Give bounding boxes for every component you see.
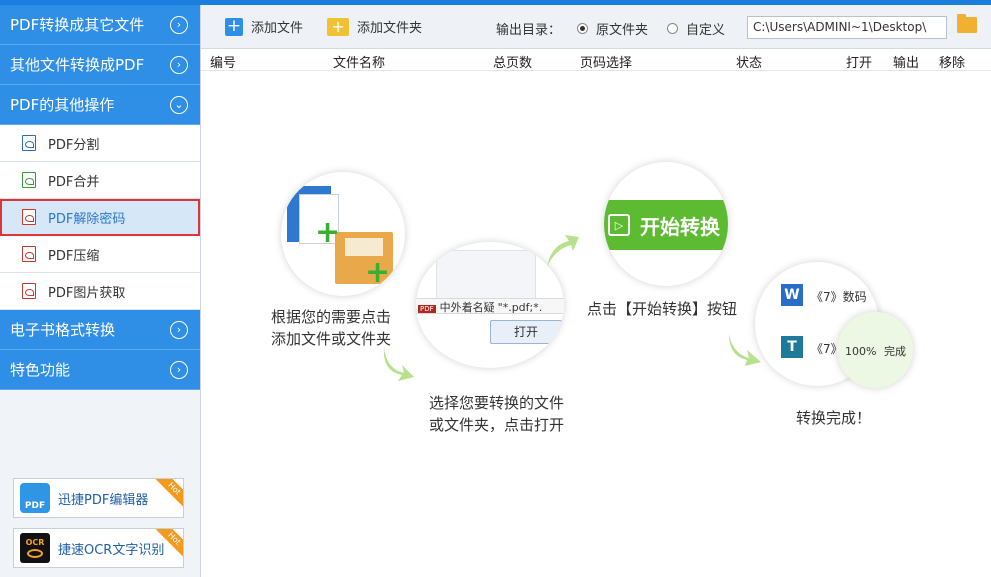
ocr-logo-icon: OCR [20, 533, 50, 563]
pdf-editor-logo-icon: PDF [20, 483, 50, 513]
play-icon: ▷ [608, 214, 630, 236]
sidebar-item-pdf-unlock[interactable]: PDF解除密码 [0, 199, 200, 236]
col-number: 编号 [210, 56, 237, 71]
radio-label: 原文件夹 [596, 23, 649, 38]
sidebar-item-pdf-compress[interactable]: PDF压缩 [0, 236, 200, 273]
category-label: 电子书格式转换 [10, 321, 116, 339]
toolbar: + 添加文件 + 添加文件夹 输出目录： 原文件夹 自定义 C:\Users\A… [201, 5, 991, 49]
category-label: PDF的其他操作 [10, 96, 115, 114]
plus-icon: + [315, 215, 341, 250]
pdf-converter-window: PDF转换成其它文件 › 其他文件转换成PDF › PDF的其他操作 ⌄ PDF… [0, 0, 991, 577]
category-other-to-pdf[interactable]: 其他文件转换成PDF › [0, 45, 200, 85]
radio-custom[interactable]: 自定义 [667, 19, 725, 38]
step2-line2: 或文件夹，点击打开 [429, 416, 565, 434]
category-pdf-other-ops[interactable]: PDF的其他操作 ⌄ [0, 85, 200, 125]
col-output: 输出 [893, 56, 920, 71]
promo-ocr[interactable]: OCR 捷速OCR文字识别 Hot [13, 528, 184, 568]
radio-original-folder[interactable]: 原文件夹 [577, 19, 648, 38]
category-ebook-convert[interactable]: 电子书格式转换 › [0, 310, 200, 350]
sidebar-item-label: PDF解除密码 [48, 211, 126, 227]
pdf-file-icon [22, 135, 36, 151]
col-open: 打开 [846, 56, 873, 71]
add-file-label: 添加文件 [251, 21, 304, 36]
col-status: 状态 [736, 56, 763, 71]
chevron-right-icon: › [170, 360, 188, 379]
radio-dot [577, 23, 588, 34]
file-name-row: PDF 中外着名疑 "*.pdf;*. [416, 298, 564, 314]
arrow-down-right-icon [383, 347, 414, 381]
pdf-file-icon [22, 283, 36, 299]
arrow-up-right-icon [547, 235, 579, 267]
text-file-icon: T [781, 336, 803, 358]
step4-caption: 转换完成！ [796, 409, 872, 427]
dialog-open-button: 打开 [490, 320, 562, 344]
chevron-down-icon: ⌄ [170, 95, 188, 114]
step2-line1: 选择您要转换的文件 [429, 394, 565, 412]
category-label: PDF转换成其它文件 [10, 16, 145, 34]
step1-caption: 根据您的需要点击 添加文件或文件夹 [271, 306, 391, 350]
pdf-file-icon [22, 246, 36, 262]
step1-line1: 根据您的需要点击 [271, 308, 392, 326]
eye-icon [27, 549, 43, 558]
word-icon: W [781, 284, 803, 306]
sidebar-item-pdf-merge[interactable]: PDF合并 [0, 162, 200, 199]
progress-bubble: 100% 完成 [837, 312, 913, 388]
sidebar-item-label: PDF压缩 [48, 248, 100, 264]
browse-folder-icon[interactable] [957, 14, 977, 33]
dialog-file-name: 中外着名疑 [439, 301, 495, 314]
category-special-features[interactable]: 特色功能 › [0, 350, 200, 390]
promo-pdf-editor[interactable]: PDF 迅捷PDF编辑器 Hot [13, 478, 184, 518]
col-total-pages: 总页数 [493, 56, 533, 71]
progress-done-label: 完成 [883, 345, 906, 358]
pdf-file-icon [22, 209, 36, 225]
step1-illustration: + + [281, 172, 405, 296]
chevron-right-icon: › [170, 15, 188, 34]
category-label: 特色功能 [10, 361, 71, 379]
category-pdf-to-other[interactable]: PDF转换成其它文件 › [0, 5, 200, 45]
chevron-right-icon: › [170, 320, 188, 339]
plus-icon: + [365, 255, 391, 290]
sidebar: PDF转换成其它文件 › 其他文件转换成PDF › PDF的其他操作 ⌄ PDF… [0, 5, 201, 577]
promo-label: 迅捷PDF编辑器 [58, 492, 149, 508]
col-filename: 文件名称 [333, 56, 386, 71]
sidebar-item-pdf-image-extract[interactable]: PDF图片获取 [0, 273, 200, 310]
step3-caption: 点击【开始转换】按钮 [587, 300, 738, 318]
output-dir-label: 输出目录： [496, 23, 562, 38]
folder-paper [345, 238, 383, 256]
sidebar-item-pdf-split[interactable]: PDF分割 [0, 125, 200, 162]
add-folder-icon: + [327, 17, 350, 36]
sidebar-item-label: PDF图片获取 [48, 285, 126, 301]
hot-badge: Hot [153, 479, 183, 510]
file-table-header: 编号 文件名称 总页数 页码选择 状态 打开 输出 移除 [201, 49, 991, 71]
pdf-file-icon [22, 172, 36, 188]
step3-illustration: ▷ 开始转换 [604, 162, 728, 286]
file-dialog-list [436, 250, 536, 300]
radio-dot [667, 23, 678, 34]
sidebar-item-label: PDF合并 [48, 174, 100, 190]
output-path-field[interactable]: C:\Users\ADMINI~1\Desktop\ [747, 16, 947, 39]
result-row1: 《7》数码 [811, 290, 867, 304]
step1-line2: 添加文件或文件夹 [271, 330, 392, 348]
pdf-badge-icon: PDF [418, 305, 436, 313]
radio-label: 自定义 [686, 23, 726, 38]
add-file-button[interactable]: + 添加文件 [225, 17, 303, 36]
add-folder-label: 添加文件夹 [357, 21, 423, 36]
col-page-select: 页码选择 [580, 56, 633, 71]
sidebar-item-label: PDF分割 [48, 137, 100, 153]
start-button-label: 开始转换 [640, 214, 720, 239]
chevron-right-icon: › [170, 55, 188, 74]
category-label: 其他文件转换成PDF [10, 56, 145, 74]
ocr-logo-text: OCR [25, 538, 45, 547]
step2-caption: 选择您要转换的文件 或文件夹，点击打开 [429, 392, 564, 436]
step2-illustration: PDF 中外着名疑 "*.pdf;*. 打开 [416, 242, 564, 368]
add-file-icon: + [225, 16, 243, 36]
promo-label: 捷速OCR文字识别 [58, 542, 165, 558]
dialog-filter: "*.pdf;*. [497, 301, 543, 314]
progress-value: 100% [845, 345, 877, 358]
add-folder-button[interactable]: + 添加文件夹 [327, 17, 422, 36]
start-convert-button-sample: ▷ 开始转换 [604, 200, 728, 250]
progress-text: 100% 完成 [845, 343, 906, 359]
col-remove: 移除 [939, 56, 966, 71]
